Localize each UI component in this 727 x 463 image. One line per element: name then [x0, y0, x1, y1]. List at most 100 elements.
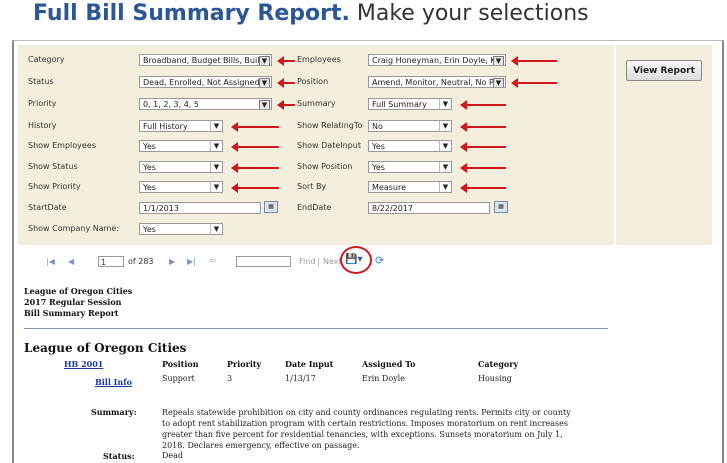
chevron-down-icon: ▼	[210, 182, 222, 192]
annotation-arrow	[231, 183, 279, 193]
category-select[interactable]: Broadband, Budget Bills, Buildi ▼	[139, 54, 272, 66]
start-date-value: 1/1/2013	[143, 204, 179, 213]
chevron-down-icon: ▼	[259, 100, 270, 109]
annotation-arrow	[231, 163, 279, 173]
summary-field-label: Summary:	[91, 407, 137, 417]
annotation-arrow	[511, 56, 557, 66]
sort-by-value: Measure	[372, 183, 406, 192]
chevron-down-icon: ▼	[439, 99, 451, 109]
employees-select[interactable]: Craig Honeyman, Erin Doyle, Ki ▼	[368, 54, 506, 66]
show-priority-label: Show Priority	[28, 182, 81, 191]
report-header-org: League of Oregon Cities	[24, 286, 133, 296]
priority-select[interactable]: 0, 1, 2, 3, 4, 5 ▼	[139, 98, 272, 110]
end-date-label: EndDate	[297, 203, 332, 212]
report-header-session: 2017 Regular Session	[24, 297, 122, 307]
annotation-arrow	[277, 78, 295, 88]
annotation-arrow	[460, 183, 506, 193]
annotation-arrow	[460, 122, 506, 132]
show-employees-value: Yes	[143, 142, 156, 151]
bill-id-link[interactable]: HB 2001	[64, 359, 103, 369]
employees-label: Employees	[297, 55, 341, 64]
column-priority: Priority	[227, 359, 262, 369]
status-select[interactable]: Dead, Enrolled, Not Assigned, V ▼	[139, 76, 272, 88]
next-page-icon[interactable]: ▶	[169, 257, 175, 266]
show-position-select[interactable]: Yes ▼	[368, 161, 452, 173]
bill-date-input: 1/13/17	[285, 374, 316, 383]
report-header-title: Bill Summary Report	[24, 308, 119, 318]
back-icon[interactable]: ⇦	[209, 256, 216, 265]
chevron-down-icon: ▼	[439, 162, 451, 172]
show-relating-value: No	[372, 122, 383, 131]
annotation-arrow	[511, 78, 557, 88]
org-heading: League of Oregon Cities	[24, 341, 187, 355]
show-relating-select[interactable]: No ▼	[368, 120, 452, 132]
annotation-arrow	[460, 100, 506, 110]
bill-category: Housing	[478, 374, 512, 383]
column-assigned-to: Assigned To	[362, 359, 416, 369]
chevron-down-icon: ▼	[210, 141, 222, 151]
calendar-icon[interactable]: ▦	[264, 201, 278, 213]
employees-value: Craig Honeyman, Erin Doyle, Ki	[372, 56, 498, 65]
annotation-arrow	[277, 100, 295, 110]
show-employees-select[interactable]: Yes ▼	[139, 140, 223, 152]
find-link[interactable]: Find	[299, 257, 315, 266]
history-label: History	[28, 121, 57, 130]
category-label: Category	[28, 55, 65, 64]
chevron-down-icon: ▼	[493, 56, 504, 65]
summary-value: Full Summary	[372, 100, 427, 109]
chevron-down-icon: ▼	[259, 56, 270, 65]
show-company-value: Yes	[143, 225, 156, 234]
show-date-input-select[interactable]: Yes ▼	[368, 140, 452, 152]
position-value: Amend, Monitor, Neutral, No Pc	[372, 78, 499, 87]
show-company-select[interactable]: Yes ▼	[139, 223, 223, 235]
next-link[interactable]: Next	[323, 257, 342, 266]
chevron-down-icon: ▼	[439, 182, 451, 192]
start-date-input[interactable]: 1/1/2013	[139, 202, 261, 214]
show-date-input-label: Show DateInput	[297, 141, 361, 150]
status-label: Status	[28, 77, 54, 86]
bill-info-link[interactable]: Bill Info	[95, 377, 132, 387]
show-company-label: Show Company Name:	[28, 224, 120, 233]
summary-label: Summary	[297, 99, 336, 108]
history-value: Full History	[143, 122, 188, 131]
chevron-down-icon: ▼	[210, 162, 222, 172]
bill-summary-text: Repeals statewide prohibition on city an…	[162, 408, 571, 450]
sort-by-label: Sort By	[297, 182, 327, 191]
bill-position: Support	[162, 374, 195, 383]
summary-select[interactable]: Full Summary ▼	[368, 98, 452, 110]
previous-page-icon[interactable]: ◀	[68, 257, 74, 266]
position-label: Position	[297, 77, 329, 86]
first-page-icon[interactable]: |◀	[46, 257, 55, 266]
annotation-arrow	[460, 142, 506, 152]
chevron-down-icon: ▼	[439, 121, 451, 131]
start-date-label: StartDate	[28, 203, 67, 212]
find-input[interactable]	[236, 256, 291, 267]
annotation-circle	[340, 246, 372, 274]
chevron-down-icon: ▼	[439, 141, 451, 151]
sort-by-select[interactable]: Measure ▼	[368, 181, 452, 193]
view-report-button[interactable]: View Report	[626, 60, 702, 81]
annotation-arrow	[460, 163, 506, 173]
status-field-label: Status:	[103, 451, 135, 461]
annotation-arrow	[231, 122, 279, 132]
chevron-down-icon: ▼	[259, 78, 270, 87]
report-toolbar: |◀ ◀ 1 of 283 ▶ ▶| ⇦ Find | Next 💾▾ ⟳	[18, 248, 610, 267]
show-status-select[interactable]: Yes ▼	[139, 161, 223, 173]
report-divider	[24, 328, 608, 329]
page-title: Full Bill Summary Report. Make your sele…	[33, 1, 589, 26]
position-select[interactable]: Amend, Monitor, Neutral, No Pc ▼	[368, 76, 506, 88]
page-number-input[interactable]: 1	[98, 256, 124, 267]
history-select[interactable]: Full History ▼	[139, 120, 223, 132]
show-position-value: Yes	[372, 163, 385, 172]
end-date-input[interactable]: 8/22/2017	[368, 202, 490, 214]
last-page-icon[interactable]: ▶|	[187, 257, 196, 266]
show-position-label: Show Position	[297, 162, 353, 171]
column-category: Category	[478, 359, 519, 369]
show-priority-select[interactable]: Yes ▼	[139, 181, 223, 193]
calendar-icon[interactable]: ▦	[494, 201, 508, 213]
page-title-rest: Make your selections	[349, 1, 589, 26]
priority-label: Priority	[28, 99, 57, 108]
bill-status: Dead	[162, 451, 184, 460]
show-status-value: Yes	[143, 163, 156, 172]
refresh-icon[interactable]: ⟳	[375, 254, 384, 267]
